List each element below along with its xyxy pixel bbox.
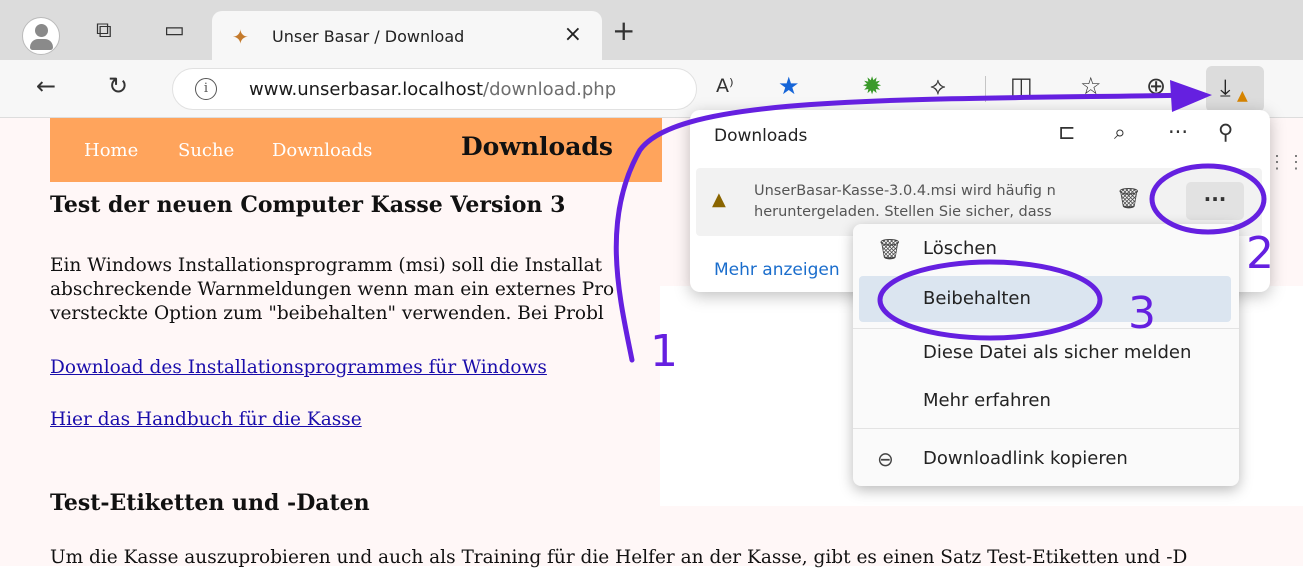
tab-strip: ⧉ ▭ ✦ Unser Basar / Download × + xyxy=(0,0,1303,60)
site-favicon-icon: ✦ xyxy=(232,25,249,49)
nav-downloads[interactable]: Downloads xyxy=(272,140,372,161)
vertical-tabs-icon[interactable]: ▭ xyxy=(164,18,185,43)
download-arrow-icon: ⤓ xyxy=(1220,74,1231,102)
open-folder-icon[interactable]: ⊏ xyxy=(1058,120,1076,144)
collections-add-icon[interactable]: ⊕ xyxy=(1146,72,1166,100)
address-bar[interactable]: i www.unserbasar.localhost/download.php xyxy=(172,68,697,110)
annotation-number-1: 1 xyxy=(650,326,678,377)
downloads-panel-title: Downloads xyxy=(714,126,808,146)
tab-active[interactable]: ✦ Unser Basar / Download × xyxy=(212,11,602,60)
read-aloud-icon[interactable]: A⁾ xyxy=(716,75,734,97)
site-info-icon[interactable]: i xyxy=(195,78,217,100)
show-more-link[interactable]: Mehr anzeigen xyxy=(714,260,840,280)
url-host: www.unserbasar.localhost xyxy=(249,79,484,100)
search-icon[interactable]: ⌕ xyxy=(1114,120,1126,145)
profile-body xyxy=(30,39,53,50)
trash-icon: 🗑 xyxy=(877,237,903,261)
favorites-list-icon[interactable]: ☆ xyxy=(1080,72,1102,100)
intro-line-2: abschreckende Warnmeldungen wenn man ein… xyxy=(50,279,615,300)
menu-label-downloadlink-kopieren: Downloadlink kopieren xyxy=(923,448,1128,469)
back-icon[interactable]: ← xyxy=(36,72,56,100)
section-heading-etiketten: Test-Etiketten und -Daten xyxy=(50,490,370,516)
download-item-text: UnserBasar-Kasse-3.0.4.msi wird häufig n… xyxy=(754,181,1094,223)
etiketten-text: Um die Kasse auszuprobieren und auch als… xyxy=(50,547,1188,568)
download-item-line-1: UnserBasar-Kasse-3.0.4.msi wird häufig n xyxy=(754,183,1056,199)
page-dots-icon: ⋮⋮ xyxy=(1268,152,1303,173)
download-item-line-2: heruntergeladen. Stellen Sie sicher, das… xyxy=(754,204,1052,220)
delete-trash-icon[interactable]: 🗑 xyxy=(1116,186,1141,210)
menu-highlight xyxy=(859,276,1231,322)
more-options-icon[interactable]: ··· xyxy=(1168,120,1188,144)
profile-avatar[interactable] xyxy=(22,17,60,55)
warning-icon: ▲ xyxy=(712,189,726,210)
menu-item-als-sicher-melden[interactable]: Diese Datei als sicher melden xyxy=(853,330,1239,376)
menu-item-mehr-erfahren[interactable]: Mehr erfahren xyxy=(853,378,1239,424)
menu-label-beibehalten: Beibehalten xyxy=(923,288,1031,309)
page-title: Downloads xyxy=(461,132,613,161)
link-icon: ⊖ xyxy=(877,447,894,471)
pin-icon[interactable]: ⚲ xyxy=(1218,120,1233,144)
menu-item-downloadlink-kopieren[interactable]: ⊖ Downloadlink kopieren xyxy=(853,436,1239,482)
refresh-icon[interactable]: ↻ xyxy=(108,72,128,100)
url-text[interactable]: www.unserbasar.localhost/download.php xyxy=(249,79,616,100)
download-context-menu: 🗑 Löschen Beibehalten Diese Datei als si… xyxy=(853,224,1239,486)
new-tab-button[interactable]: + xyxy=(612,14,635,47)
menu-divider xyxy=(853,328,1239,329)
menu-item-loeschen[interactable]: 🗑 Löschen xyxy=(853,226,1239,272)
download-more-button[interactable]: ··· xyxy=(1186,182,1244,220)
menu-label-mehr-erfahren: Mehr erfahren xyxy=(923,390,1051,411)
toolbar-divider xyxy=(985,76,986,102)
menu-label-loeschen: Löschen xyxy=(923,238,997,259)
url-path: /download.php xyxy=(483,79,617,100)
download-warning-icon: ▲ xyxy=(1237,88,1248,104)
section-heading-kasse: Test der neuen Computer Kasse Version 3 xyxy=(50,192,566,218)
extension-gear-icon[interactable]: ✹ xyxy=(862,72,882,100)
tab-title: Unser Basar / Download xyxy=(272,27,465,46)
favorite-star-icon[interactable]: ★ xyxy=(778,72,800,100)
intro-line-3: versteckte Option zum "beibehalten" verw… xyxy=(50,303,604,324)
extensions-puzzle-icon[interactable]: ⟡ xyxy=(930,72,946,100)
downloads-button[interactable]: ⤓ ▲ xyxy=(1206,66,1264,112)
nav-home[interactable]: Home xyxy=(84,140,138,161)
download-installer-link[interactable]: Download des Installationsprogrammes für… xyxy=(50,357,547,378)
intro-line-1: Ein Windows Installationsprogramm (msi) … xyxy=(50,255,603,276)
split-screen-icon[interactable]: ◫ xyxy=(1010,72,1033,100)
profile-head xyxy=(35,24,48,37)
tab-close-icon[interactable]: × xyxy=(564,22,582,47)
menu-divider xyxy=(853,428,1239,429)
collections-icon[interactable]: ⧉ xyxy=(96,18,112,43)
nav-suche[interactable]: Suche xyxy=(178,140,234,161)
menu-item-beibehalten[interactable]: Beibehalten xyxy=(853,276,1239,322)
annotation-number-2: 2 xyxy=(1246,228,1274,279)
annotation-number-3: 3 xyxy=(1128,288,1156,339)
manual-link[interactable]: Hier das Handbuch für die Kasse xyxy=(50,409,362,430)
menu-label-als-sicher-melden: Diese Datei als sicher melden xyxy=(923,342,1192,363)
site-header: Home Suche Downloads Downloads xyxy=(50,118,662,182)
